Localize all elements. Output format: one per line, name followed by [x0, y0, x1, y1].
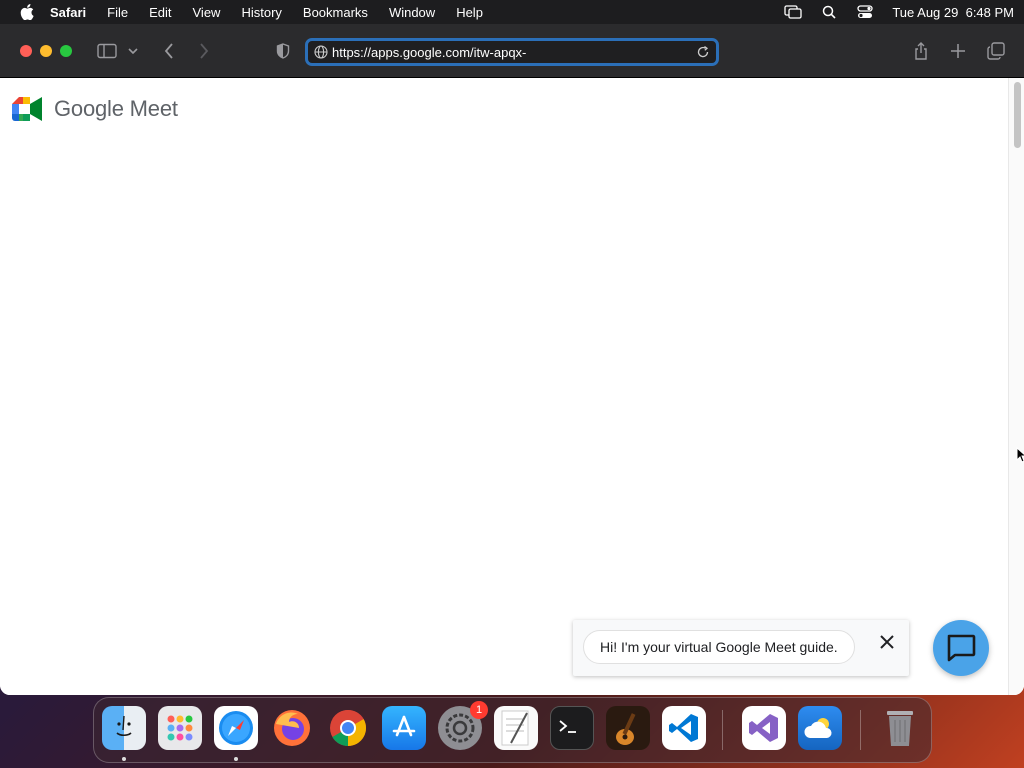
sidebar-toggle-icon[interactable] — [97, 41, 117, 61]
menu-clock[interactable]: Tue Aug 29 6:48 PM — [892, 5, 1014, 20]
browser-toolbar: https://apps.google.com/itw-apqx- — [0, 24, 1024, 78]
page-scrollbar[interactable] — [1008, 78, 1024, 695]
menu-window[interactable]: Window — [389, 5, 435, 20]
window-controls — [20, 44, 72, 57]
dock: 1 — [93, 697, 932, 763]
menu-bar: Safari File Edit View History Bookmarks … — [0, 0, 1024, 24]
dock-vscode-icon[interactable] — [662, 706, 706, 750]
finder-running-indicator — [122, 757, 126, 761]
privacy-shield-icon[interactable] — [273, 41, 293, 61]
dock-safari-icon[interactable] — [214, 706, 258, 750]
menu-help[interactable]: Help — [456, 5, 483, 20]
dock-garageband-icon[interactable] — [606, 706, 650, 750]
dock-firefox-icon[interactable] — [270, 706, 314, 750]
minimize-window-button[interactable] — [40, 44, 52, 57]
tab-overview-icon[interactable] — [986, 41, 1006, 61]
dock-separator — [722, 710, 723, 750]
menu-view[interactable]: View — [193, 5, 221, 20]
back-icon[interactable] — [159, 41, 179, 61]
dock-visual-studio-icon[interactable] — [742, 706, 786, 750]
share-icon[interactable] — [911, 41, 931, 61]
url-text: https://apps.google.com/itw-apqx- — [332, 44, 527, 60]
screen-mirroring-icon[interactable] — [784, 5, 802, 19]
dock-finder-icon[interactable] — [102, 706, 146, 750]
new-tab-icon[interactable] — [948, 41, 968, 61]
menu-history[interactable]: History — [241, 5, 281, 20]
web-page: Google Meet Hi! I'm your virtual Google … — [0, 78, 1024, 695]
dock-app-store-icon[interactable] — [382, 706, 426, 750]
dock-separator-2 — [860, 710, 861, 750]
google-meet-logo[interactable]: Google Meet — [12, 96, 178, 122]
spotlight-search-icon[interactable] — [820, 5, 838, 19]
virtual-guide-popup: Hi! I'm your virtual Google Meet guide. — [573, 620, 909, 676]
close-window-button[interactable] — [20, 44, 32, 57]
control-center-icon[interactable] — [856, 5, 874, 19]
menu-app-safari[interactable]: Safari — [50, 5, 86, 20]
dock-trash-icon[interactable] — [878, 706, 922, 750]
menu-bookmarks[interactable]: Bookmarks — [303, 5, 368, 20]
dock-chrome-icon[interactable] — [326, 706, 370, 750]
apple-icon[interactable] — [20, 4, 34, 20]
menu-file[interactable]: File — [107, 5, 128, 20]
globe-icon — [314, 45, 328, 59]
guide-message[interactable]: Hi! I'm your virtual Google Meet guide. — [583, 630, 855, 664]
dock-weather-icon[interactable] — [798, 706, 842, 750]
chat-bubble-icon — [947, 634, 976, 662]
dock-system-settings-icon[interactable]: 1 — [438, 701, 488, 750]
zoom-window-button[interactable] — [60, 44, 72, 57]
forward-icon[interactable] — [194, 41, 214, 61]
dock-textedit-icon[interactable] — [494, 706, 538, 750]
dock-terminal-icon[interactable] — [550, 706, 594, 750]
notification-badge: 1 — [470, 701, 488, 719]
safari-window: https://apps.google.com/itw-apqx- Google… — [0, 24, 1024, 695]
safari-running-indicator — [234, 757, 238, 761]
scrollbar-thumb[interactable] — [1014, 82, 1021, 148]
address-bar[interactable]: https://apps.google.com/itw-apqx- — [305, 38, 719, 66]
logo-text: Google Meet — [54, 96, 178, 121]
chat-guide-button[interactable] — [933, 620, 989, 676]
chevron-down-icon[interactable] — [126, 41, 140, 61]
close-icon[interactable] — [879, 634, 895, 650]
dock-launchpad-icon[interactable] — [158, 706, 202, 750]
menu-edit[interactable]: Edit — [149, 5, 171, 20]
google-meet-icon — [12, 97, 42, 121]
mouse-cursor-icon — [1016, 447, 1024, 463]
reload-icon[interactable] — [696, 45, 710, 59]
